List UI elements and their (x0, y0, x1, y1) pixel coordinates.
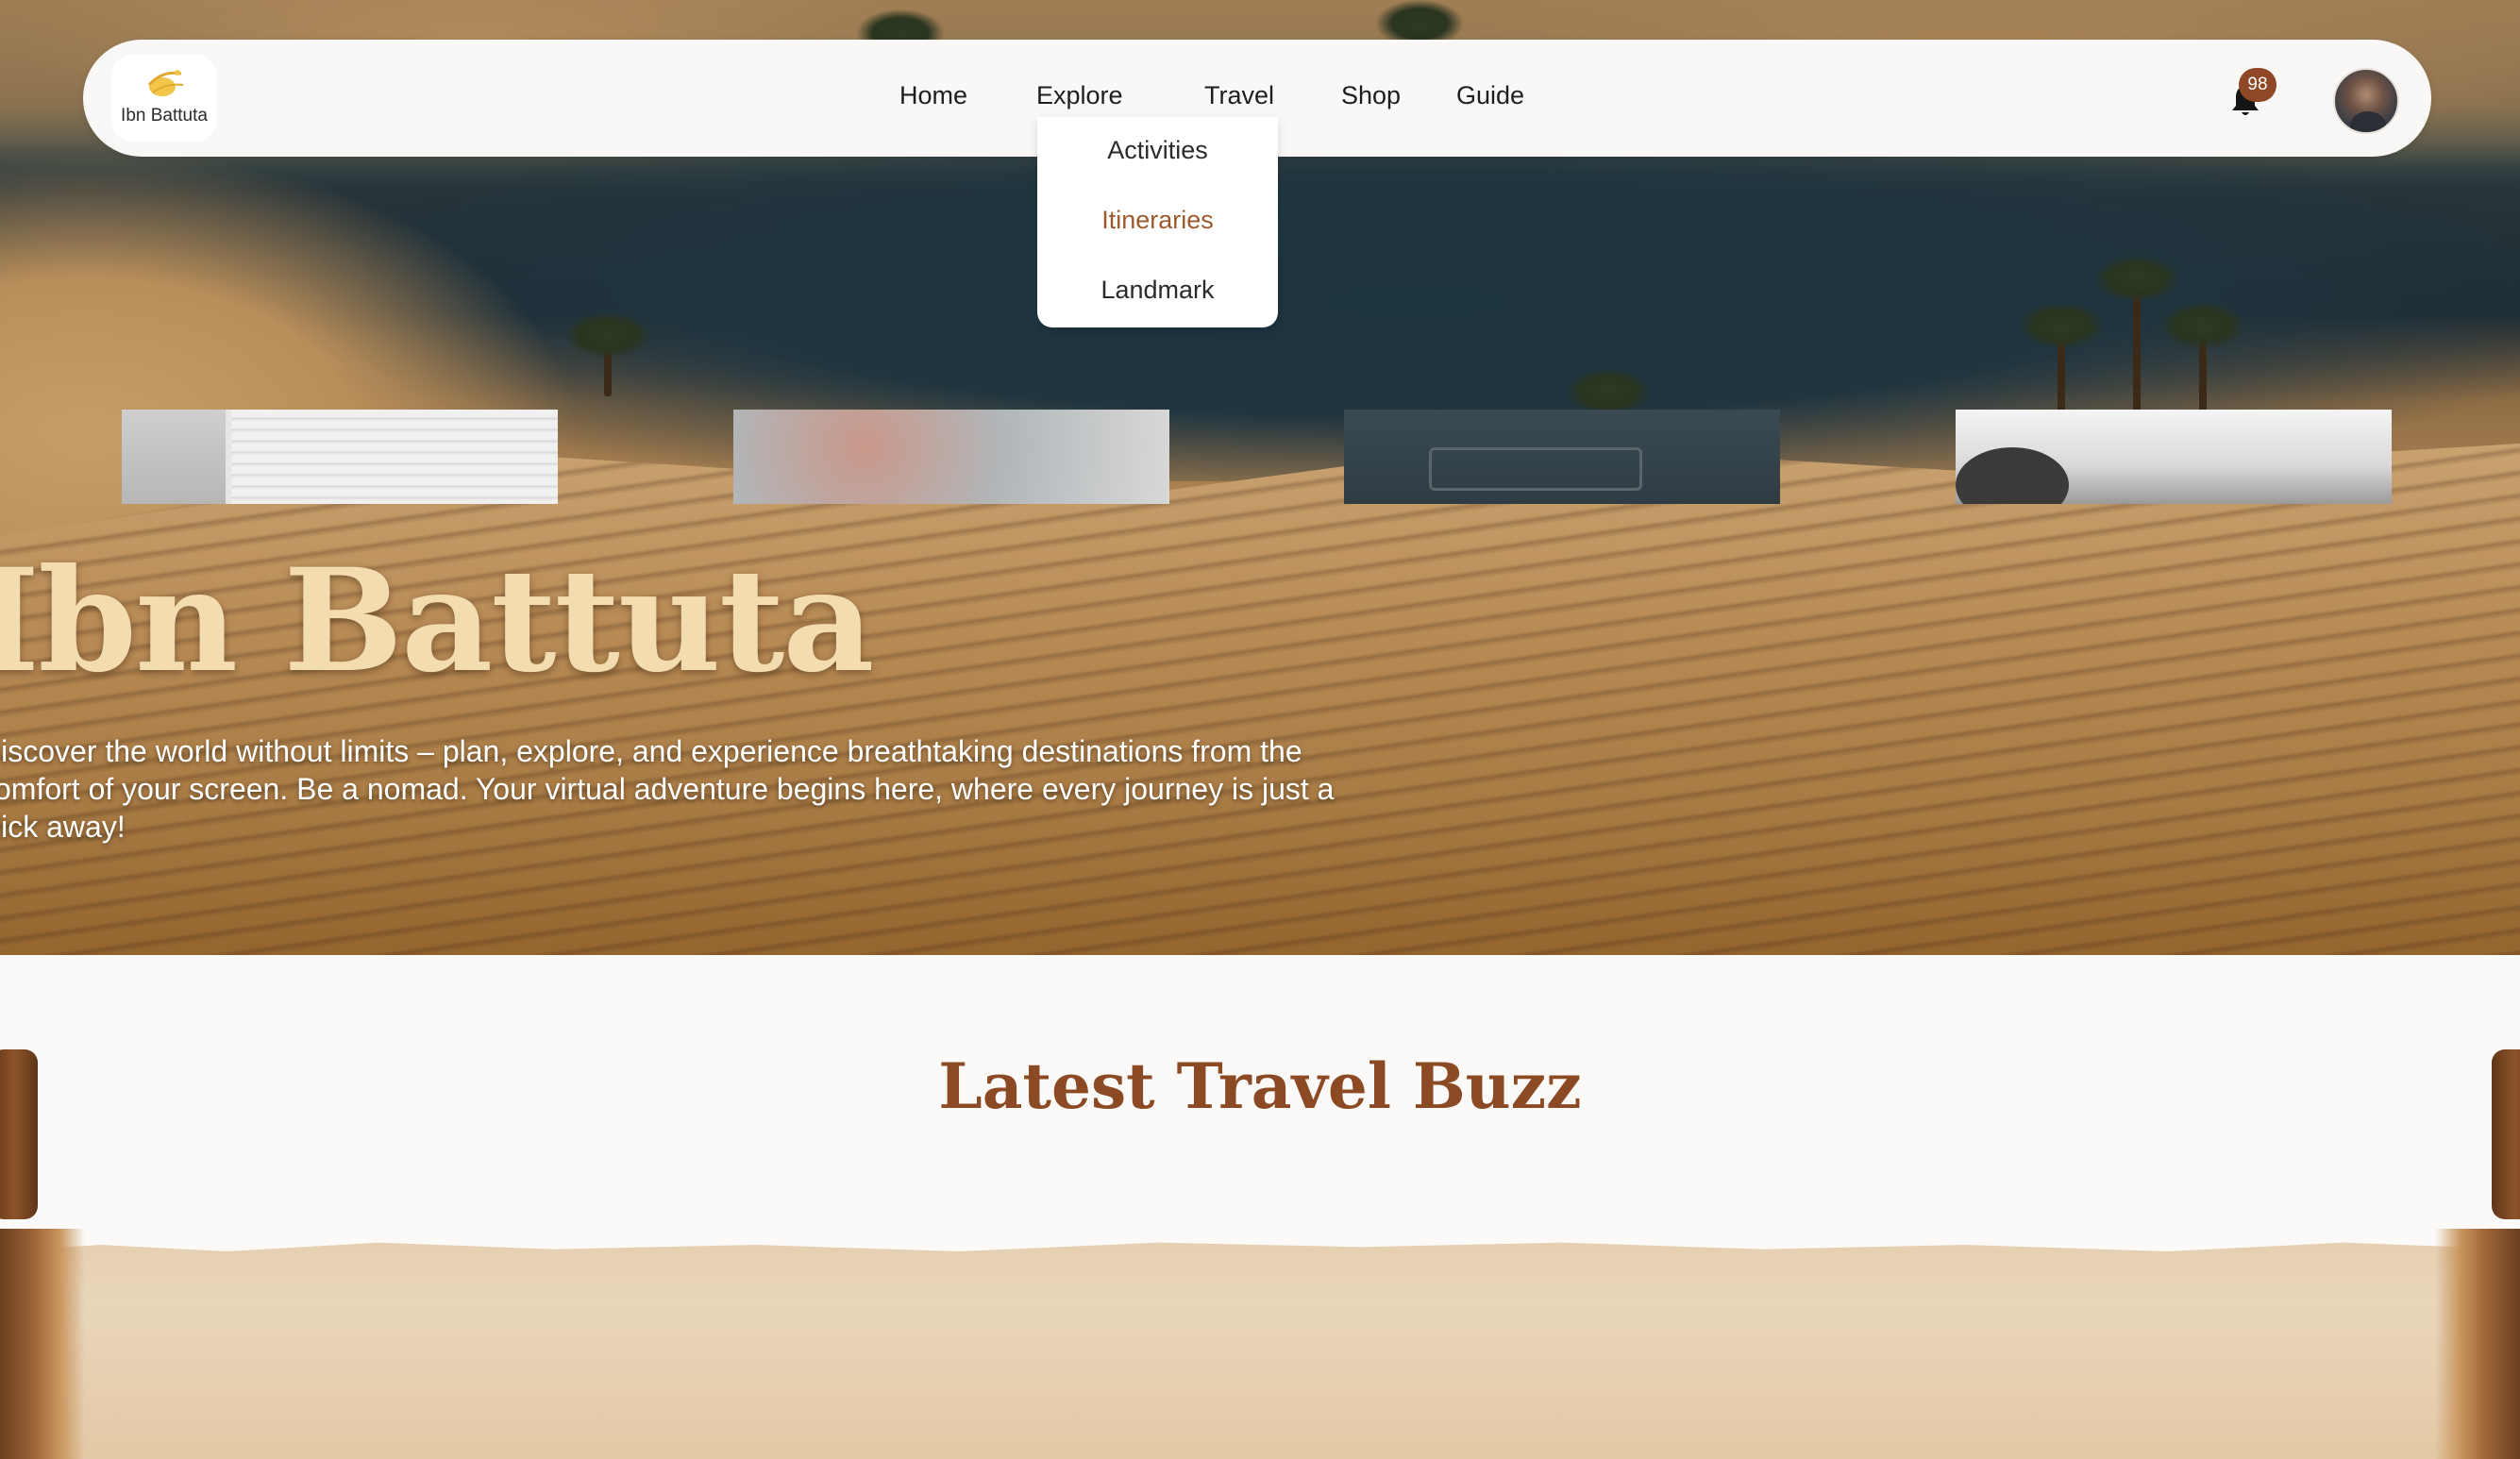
scroll-handle-left (0, 1049, 38, 1219)
section-title: Latest Travel Buzz (938, 1049, 1582, 1123)
news-card-image[interactable] (1344, 410, 1780, 504)
nav-home[interactable]: Home (899, 81, 967, 110)
palm-tree (564, 311, 651, 396)
parchment-background (0, 1242, 2520, 1459)
news-card-image[interactable] (1956, 410, 2392, 504)
parchment-left-edge (0, 1229, 85, 1459)
brand-logo[interactable]: Ibn Battuta (111, 55, 217, 142)
dropdown-item-landmark[interactable]: Landmark (1037, 276, 1278, 305)
latest-travel-buzz-section: Latest Travel Buzz (0, 955, 2520, 1459)
scroll-handle-right (2492, 1049, 2520, 1219)
notification-badge: 98 (2239, 68, 2276, 102)
nav-guide[interactable]: Guide (1456, 81, 1524, 110)
dropdown-item-itineraries[interactable]: Itineraries (1037, 206, 1278, 235)
parchment-right-edge (2435, 1229, 2520, 1459)
news-card-image[interactable] (733, 410, 1169, 504)
nav-explore[interactable]: Explore (1036, 81, 1123, 110)
hero-title: Ibn Battuta (0, 538, 874, 704)
logo-text: Ibn Battuta (121, 106, 208, 126)
dropdown-item-activities[interactable]: Activities (1037, 136, 1278, 165)
nav-travel[interactable]: Travel (1204, 81, 1274, 110)
user-avatar[interactable] (2333, 68, 2399, 134)
ibn-battuta-logo-icon (147, 70, 184, 96)
nav-shop[interactable]: Shop (1341, 81, 1401, 110)
news-card-image[interactable] (122, 410, 558, 504)
hero-description: Discover the world without limits – plan… (0, 734, 1335, 844)
explore-dropdown-menu: Activities Itineraries Landmark (1037, 117, 1278, 327)
